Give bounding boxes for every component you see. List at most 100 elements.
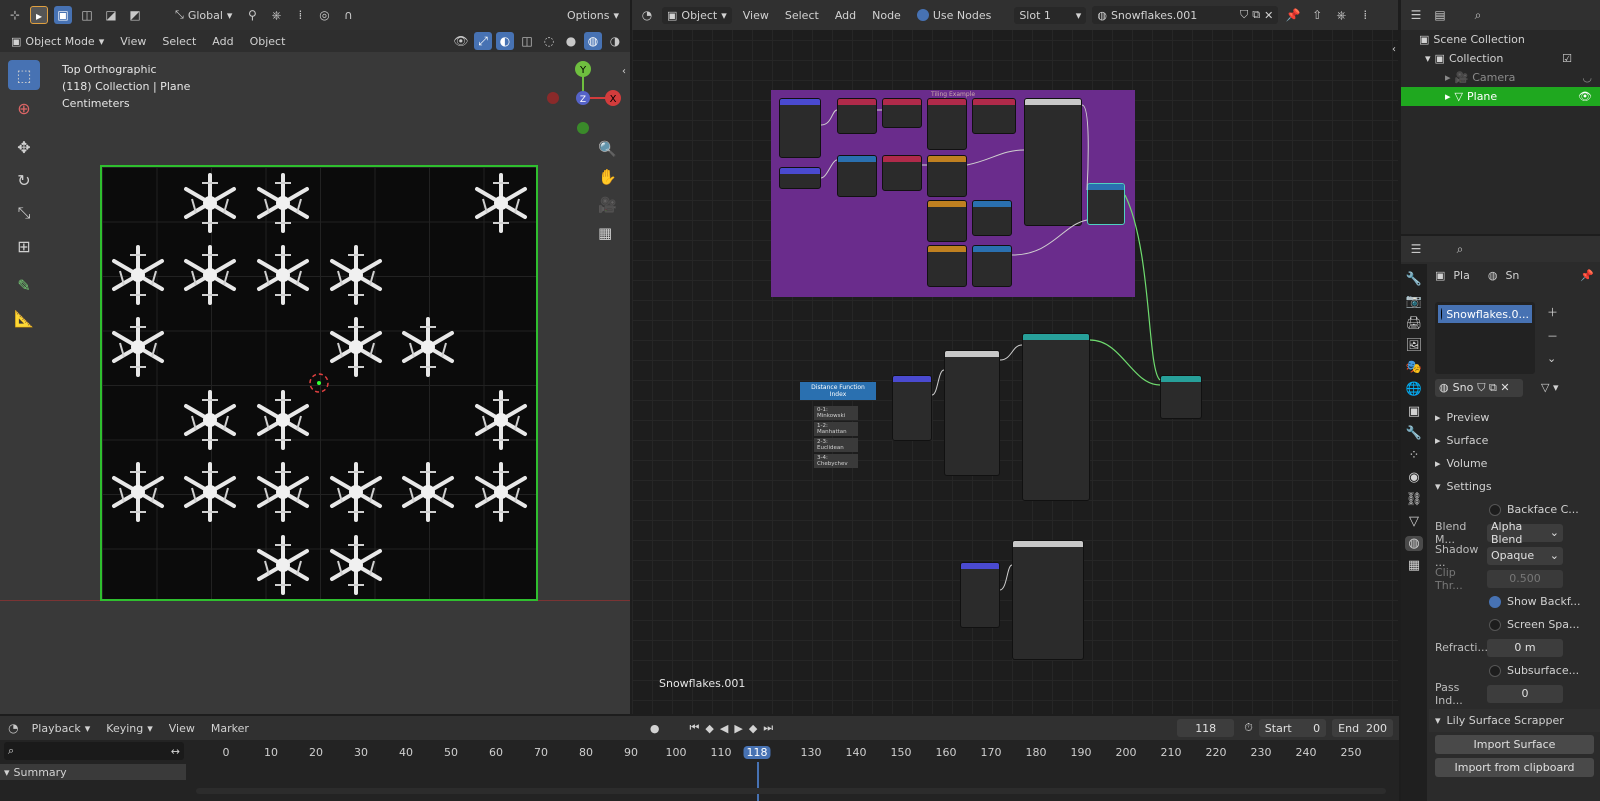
orientation-dropdown[interactable]: ⤡ Global ▾ — [170, 6, 237, 24]
camera-visibility-icon[interactable]: ◡ — [1582, 71, 1592, 84]
snap-grid-icon[interactable]: ⁞ — [291, 6, 309, 24]
properties-area[interactable]: ☰ ⌕ 🔧 📷 🖨 🖼 🎭 🌐 ▣ 🔧 ⁘ ◉ ⛓ ▽ ◍ ▦ ▣ Pla ◍ Sn… — [1401, 236, 1600, 801]
expand-arrow-icon[interactable]: ▸ — [1445, 90, 1451, 103]
mode-new-icon[interactable]: ▣ — [54, 6, 72, 24]
expand-arrow-icon[interactable]: ▸ — [1445, 71, 1451, 84]
keying-menu[interactable]: Keying ▾ — [101, 720, 157, 737]
camera-view-icon[interactable]: 🎥 — [598, 196, 617, 214]
panel-settings[interactable]: ▾ Settings — [1429, 475, 1600, 498]
world-tab-icon[interactable]: 🌐 — [1406, 382, 1422, 397]
outliner-row-scene[interactable]: ▣ Scene Collection — [1401, 30, 1600, 49]
end-frame-field[interactable]: End 200 — [1332, 719, 1393, 737]
outliner-row-collection[interactable]: ▾ ▣ Collection ☑ — [1401, 49, 1600, 68]
transform-tool-icon[interactable]: ⊞ — [8, 231, 40, 261]
menu-object[interactable]: Object — [245, 33, 291, 50]
mode-extend-icon[interactable]: ◫ — [78, 6, 96, 24]
plane-visibility-icon[interactable]: 👁 — [1578, 90, 1592, 103]
output-tab-icon[interactable]: 🖨 — [1406, 316, 1423, 331]
move-tool-icon[interactable]: ✥ — [8, 132, 40, 162]
constraints-tab-icon[interactable]: ⛓ — [1406, 492, 1423, 507]
physics-tab-icon[interactable]: ◉ — [1408, 470, 1419, 485]
data-tab-icon[interactable]: ▽ — [1409, 514, 1419, 529]
show-backface-checkbox[interactable] — [1489, 595, 1501, 608]
3d-cursor[interactable] — [308, 372, 330, 394]
outliner-search-icon[interactable]: ⌕ — [1469, 6, 1487, 24]
node-editor-area[interactable]: ◔ ▣ Object ▾ View Select Add Node Use No… — [632, 0, 1398, 714]
render-tab-icon[interactable]: 📷 — [1406, 294, 1422, 309]
clip-threshold-field[interactable]: 0.500 — [1487, 569, 1563, 588]
material-link-icon[interactable]: ▽ ▾ — [1541, 381, 1558, 394]
context-object[interactable]: Pla — [1453, 269, 1469, 282]
pass-index-field[interactable]: 0 — [1487, 684, 1563, 703]
jump-end-icon[interactable]: ⏭ — [763, 721, 773, 735]
scale-tool-icon[interactable]: ⤡ — [8, 198, 40, 228]
select-box-icon[interactable]: ▸ — [30, 6, 48, 24]
visibility-icon[interactable]: 👁 — [452, 32, 470, 50]
panel-volume[interactable]: ▸ Volume — [1429, 452, 1600, 475]
show-backface-row[interactable]: Show Backf... — [1429, 590, 1600, 613]
remove-slot-icon[interactable]: － — [1547, 328, 1558, 344]
proportional-icon[interactable]: ◎ — [315, 6, 333, 24]
view-layer-tab-icon[interactable]: 🖼 — [1406, 338, 1423, 353]
summary-arrow-icon[interactable]: ▾ — [4, 766, 10, 779]
add-slot-icon[interactable]: ＋ — [1547, 304, 1558, 320]
marker-menu[interactable]: Marker — [206, 720, 254, 737]
properties-search-icon[interactable]: ⌕ — [1451, 240, 1469, 258]
solid-shading-icon[interactable]: ● — [562, 32, 580, 50]
playhead-line[interactable] — [757, 762, 759, 801]
navigation-gizmo[interactable]: Y X Z — [540, 56, 625, 141]
object-tab-icon[interactable]: ▣ — [1408, 404, 1420, 419]
next-key-icon[interactable]: ◆ — [749, 722, 757, 735]
menu-view[interactable]: View — [115, 33, 151, 50]
frame-ruler[interactable]: 0 10 20 30 40 50 60 70 80 90 100 110 118… — [186, 746, 1399, 764]
material-tab-icon[interactable]: ◍ — [1405, 536, 1423, 551]
rotate-tool-icon[interactable]: ↻ — [8, 165, 40, 195]
context-material[interactable]: Sn — [1505, 269, 1519, 282]
ortho-toggle-icon[interactable]: ▦ — [598, 224, 612, 242]
rendered-shading-icon[interactable]: ◑ — [606, 32, 624, 50]
blend-mode-dropdown[interactable]: Alpha Blend ⌄ — [1487, 520, 1563, 546]
menu-select[interactable]: Select — [157, 33, 201, 50]
auto-key-icon[interactable]: ● — [650, 722, 660, 735]
refraction-field[interactable]: 0 m — [1487, 638, 1563, 657]
tool-tab-icon[interactable]: 🔧 — [1406, 272, 1422, 287]
screen-space-row[interactable]: Screen Spa... — [1429, 613, 1600, 636]
play-reverse-icon[interactable]: ◀ — [720, 722, 728, 735]
sidebar-toggle-icon[interactable]: ‹ — [622, 66, 626, 77]
material-shading-icon[interactable]: ◍ — [584, 32, 602, 50]
cursor-tool-icon[interactable]: ⊕ — [8, 93, 40, 123]
texture-tab-icon[interactable]: ▦ — [1408, 558, 1420, 573]
import-surface-button[interactable]: Import Surface — [1435, 735, 1594, 754]
outliner-type-icon[interactable]: ☰ — [1407, 6, 1425, 24]
panel-preview[interactable]: ▸ Preview — [1429, 406, 1600, 429]
zoom-icon[interactable]: 🔍 — [598, 140, 617, 158]
mode-intersect-icon[interactable]: ◩ — [126, 6, 144, 24]
snap-icon[interactable]: ⎈ — [267, 6, 285, 24]
prev-key-icon[interactable]: ◆ — [705, 722, 713, 735]
scene-tab-icon[interactable]: 🎭 — [1406, 360, 1422, 375]
xray-icon[interactable]: ◫ — [518, 32, 536, 50]
shadow-mode-dropdown[interactable]: Opaque ⌄ — [1487, 546, 1563, 565]
summary-channel[interactable]: ▾ Summary — [0, 764, 186, 780]
material-slot-item[interactable]: Snowflakes.0... — [1438, 305, 1532, 323]
slot-specials-icon[interactable]: ⌄ — [1547, 352, 1558, 365]
material-slot-list[interactable]: Snowflakes.0... — [1435, 302, 1535, 374]
mode-subtract-icon[interactable]: ◪ — [102, 6, 120, 24]
current-frame-field[interactable]: 118 — [1177, 719, 1235, 737]
viewport-area[interactable]: ⊹ ▸ ▣ ◫ ◪ ◩ ⤡ Global ▾ ⚲ ⎈ ⁞ ◎ ∩ Options… — [0, 0, 630, 714]
pan-icon[interactable]: ✋ — [598, 168, 617, 186]
display-mode-icon[interactable]: ▤ — [1431, 6, 1449, 24]
panel-surface[interactable]: ▸ Surface — [1429, 429, 1600, 452]
select-tool-icon[interactable]: ⬚ — [8, 60, 40, 90]
play-icon[interactable]: ▶ — [734, 722, 742, 735]
swap-icon[interactable]: ↔ — [171, 745, 180, 758]
options-dropdown[interactable]: Options ▾ — [562, 7, 624, 24]
jump-start-icon[interactable]: ⏮ — [690, 721, 700, 735]
editor-type-icon[interactable]: ⊹ — [6, 6, 24, 24]
modifier-tab-icon[interactable]: 🔧 — [1406, 426, 1422, 441]
wireframe-shading-icon[interactable]: ◌ — [540, 32, 558, 50]
menu-add[interactable]: Add — [207, 33, 238, 50]
timeline-view-menu[interactable]: View — [164, 720, 200, 737]
mode-dropdown[interactable]: ▣ Object Mode ▾ — [6, 33, 109, 50]
timeline-type-icon[interactable]: ◔ — [6, 719, 21, 737]
